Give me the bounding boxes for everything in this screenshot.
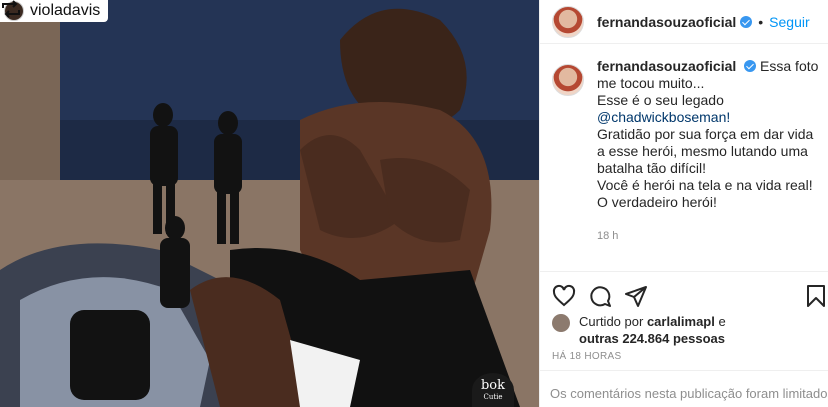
- caption-line-5: O verdadeiro herói!: [597, 194, 717, 210]
- mention-link[interactable]: @chadwickboseman!: [597, 109, 820, 126]
- post-header: fernandasouzaoficial • Seguir: [540, 0, 828, 44]
- post-image[interactable]: violadavis bok Cutie: [0, 0, 539, 407]
- likes-prefix: Curtido por: [579, 314, 644, 329]
- likes-text: Curtido por carlalimapl e outras 224.864…: [579, 313, 726, 347]
- liker-avatar[interactable]: [552, 314, 570, 332]
- repost-username[interactable]: violadavis: [30, 2, 100, 20]
- comment-icon[interactable]: [588, 284, 612, 308]
- watermark-main: bok: [480, 378, 506, 393]
- liker-username[interactable]: carlalimapl: [647, 314, 715, 329]
- likes-summary: Curtido por carlalimapl e outras 224.864…: [552, 313, 820, 347]
- likes-conj: e: [718, 314, 726, 329]
- verified-badge-icon: [740, 15, 753, 28]
- caption-line-4: Você é herói na tela e na vida real!: [597, 177, 813, 193]
- photo-illustration: [0, 0, 539, 407]
- share-icon[interactable]: [624, 284, 648, 308]
- repost-tag[interactable]: violadavis: [0, 0, 109, 22]
- caption-line-1: Esse é o seu legado: [597, 92, 724, 108]
- caption-avatar[interactable]: [552, 64, 584, 96]
- heart-icon[interactable]: [552, 284, 576, 308]
- caption-verified-icon: [744, 60, 757, 72]
- separator-dot: •: [758, 13, 764, 30]
- likes-others[interactable]: outras 224.864 pessoas: [579, 331, 725, 346]
- caption-block: fernandasouzaoficial Essa foto me tocou …: [552, 58, 820, 258]
- author-username[interactable]: fernandasouzaoficial: [597, 14, 736, 30]
- caption-username[interactable]: fernandasouzaoficial: [597, 58, 736, 74]
- comments-limited-notice: Os comentários nesta publicação foram li…: [540, 370, 828, 401]
- bookmark-icon[interactable]: [804, 284, 828, 308]
- post-side-panel: fernandasouzaoficial • Seguir fernandaso…: [539, 0, 828, 407]
- caption-time[interactable]: 18 h: [597, 228, 820, 245]
- repost-icon: [2, 0, 20, 18]
- author-avatar[interactable]: [552, 5, 584, 38]
- caption-line-3: Gratidão por sua força em dar vida a ess…: [597, 126, 814, 176]
- watermark-sub: Cutie: [483, 393, 503, 401]
- watermark-logo: bok Cutie: [472, 373, 514, 407]
- post-timestamp[interactable]: HÁ 18 HORAS: [552, 351, 621, 362]
- caption-text: fernandasouzaoficial Essa foto me tocou …: [597, 58, 820, 258]
- follow-button[interactable]: Seguir: [769, 14, 809, 30]
- caption-first-line: fernandasouzaoficial Essa foto me tocou …: [597, 58, 820, 92]
